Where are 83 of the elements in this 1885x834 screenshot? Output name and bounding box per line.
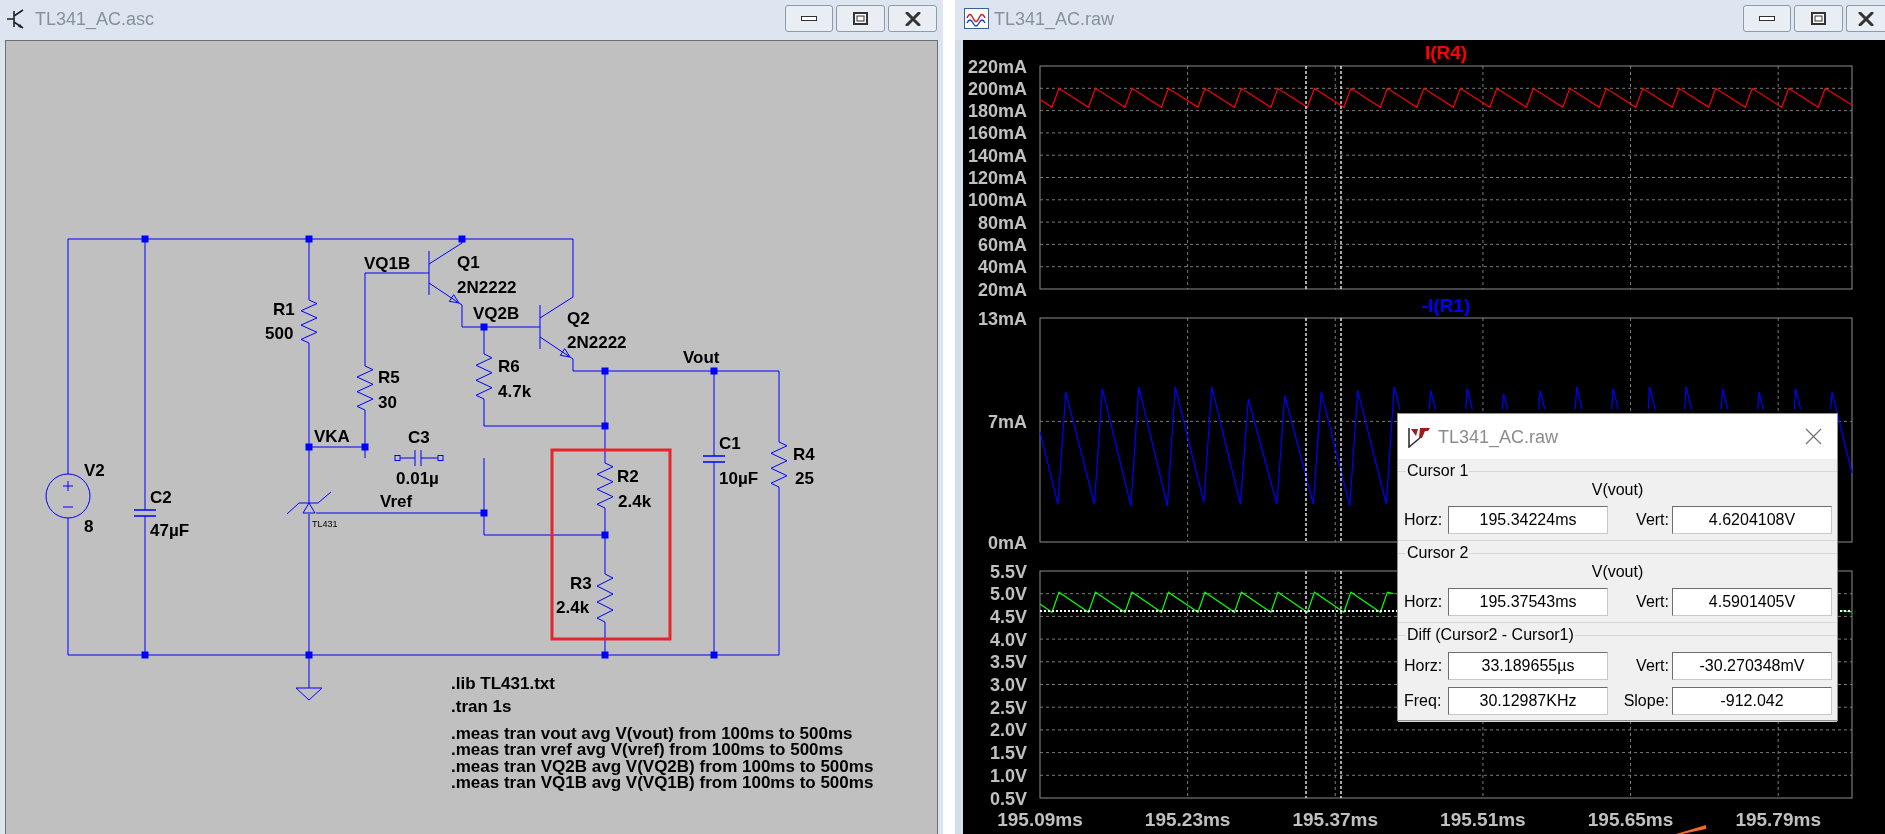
trace-name: -I(R1) <box>1421 295 1471 316</box>
component-label: R2 <box>617 467 639 486</box>
component-value: 30 <box>378 393 397 412</box>
component-value: 2.4k <box>556 598 590 617</box>
y-axis-label: 200mA <box>967 78 1027 99</box>
window-title: TL341_AC.raw <box>994 7 1115 30</box>
trace-label: V(vout) <box>1591 563 1644 581</box>
component-value: 2N2222 <box>567 333 627 352</box>
y-axis-label: 0mA <box>988 532 1027 553</box>
component-label: Q1 <box>457 253 480 272</box>
y-axis-label: 1.5V <box>989 743 1027 764</box>
net-label: VKA <box>314 427 350 446</box>
component-value: 10µF <box>719 469 759 488</box>
y-axis-label: 2.0V <box>989 720 1027 741</box>
component-label: V2 <box>84 461 105 480</box>
net-label: VQ1B <box>364 254 411 273</box>
component-value: 8 <box>84 517 94 536</box>
component-label: R5 <box>378 368 400 387</box>
y-axis-label: 220mA <box>967 56 1027 77</box>
spice-directive: .tran 1s <box>451 697 512 716</box>
net-label: VQ2B <box>473 304 520 323</box>
component-label: R4 <box>793 445 815 464</box>
y-axis-label: 5.0V <box>989 584 1027 605</box>
component-label: R1 <box>273 300 295 319</box>
y-axis-label: 2.5V <box>989 697 1027 718</box>
x-axis-label: 195.65ms <box>1587 809 1674 830</box>
field-label: Freq: <box>1404 691 1443 711</box>
component-value: 500 <box>265 324 294 343</box>
field-label: Slope: <box>1622 691 1669 711</box>
y-axis-label: 180mA <box>967 101 1027 122</box>
y-axis-label: 20mA <box>977 279 1027 300</box>
component-value: 25 <box>795 469 814 488</box>
x-axis-label: 195.37ms <box>1292 809 1379 830</box>
x-axis-label: 195.79ms <box>1735 809 1821 830</box>
component-label: C3 <box>408 428 430 447</box>
y-axis-label: 120mA <box>967 168 1027 188</box>
trace-name: I(R4) <box>1424 42 1468 63</box>
x-axis-label: 195.51ms <box>1440 809 1526 830</box>
y-axis-label: 160mA <box>967 123 1027 144</box>
field-label: Vert: <box>1635 656 1669 676</box>
component-label: R6 <box>498 357 520 376</box>
y-axis-label: 3.0V <box>989 675 1027 695</box>
y-axis-label: 3.5V <box>989 652 1027 673</box>
net-label: Vout <box>683 348 720 367</box>
y-axis-label: 140mA <box>967 145 1027 166</box>
field-label: Horz: <box>1404 592 1444 612</box>
y-axis-label: 60mA <box>977 234 1027 255</box>
field-label: Vert: <box>1635 510 1669 530</box>
spice-directive: .meas tran vout avg V(vout) from 100ms to 500ms <box>451 724 853 743</box>
group-label: Cursor 2 <box>1406 543 1470 563</box>
component-value: 0.01µ <box>396 469 439 488</box>
y-axis-label: 100mA <box>967 190 1027 211</box>
x-axis-label: 195.09ms <box>997 809 1083 830</box>
group-label: Cursor 1 <box>1406 461 1470 481</box>
y-axis-label: 4.5V <box>989 606 1027 627</box>
component-value: 4.7k <box>498 382 532 401</box>
field-label: Vert: <box>1635 592 1669 612</box>
y-axis-label: 40mA <box>977 257 1027 278</box>
y-axis-label: 80mA <box>977 212 1027 233</box>
y-axis-label: 5.5V <box>989 561 1027 582</box>
y-axis-label: 13mA <box>977 308 1027 329</box>
x-axis-label: 195.23ms <box>1144 809 1231 830</box>
component-value: 47µF <box>150 521 190 540</box>
net-label: Vref <box>380 492 413 511</box>
y-axis-label: 1.0V <box>989 765 1027 786</box>
group-label: Diff (Cursor2 - Cursor1) <box>1406 625 1575 645</box>
spice-directive: .meas tran VQ2B avg V(VQ2B) from 100ms to 500ms <box>451 757 874 776</box>
y-axis-label: 4.0V <box>989 629 1027 650</box>
trace-label: V(vout) <box>1591 481 1644 499</box>
component-value: 2N2222 <box>457 278 517 297</box>
component-label: R3 <box>570 574 592 593</box>
y-axis-label: 0.5V <box>989 788 1027 809</box>
y-axis-label: 7mA <box>988 411 1027 432</box>
window-title: TL341_AC.asc <box>35 7 155 30</box>
component-value: 2.4k <box>618 492 652 511</box>
dialog-title: TL341_AC.raw <box>1438 425 1559 448</box>
component-label: C2 <box>150 488 172 507</box>
component-label: Q2 <box>567 309 590 328</box>
spice-directive: .lib TL431.txt <box>451 674 555 693</box>
field-label: Horz: <box>1404 656 1444 676</box>
component-value: TL431 <box>312 519 338 529</box>
field-label: Horz: <box>1404 510 1444 530</box>
component-label: C1 <box>719 434 741 453</box>
